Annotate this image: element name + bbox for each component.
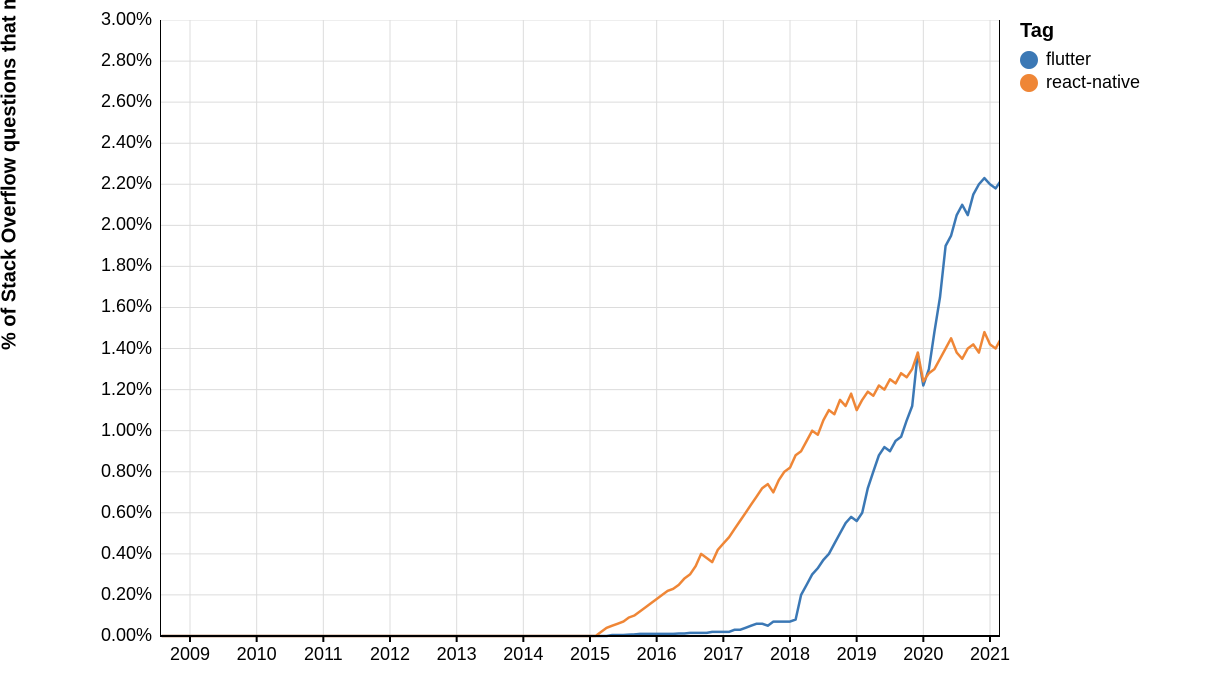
x-tick-label: 2020 — [898, 644, 948, 665]
series-line-react-native — [162, 332, 1000, 636]
y-tick-label: 1.80% — [90, 255, 152, 276]
x-tick-label: 2019 — [832, 644, 882, 665]
x-tick-label: 2010 — [232, 644, 282, 665]
chart-svg — [160, 20, 1000, 680]
legend-swatch — [1020, 74, 1038, 92]
y-tick-label: 1.60% — [90, 296, 152, 317]
x-tick-label: 2009 — [165, 644, 215, 665]
y-tick-label: 2.60% — [90, 91, 152, 112]
y-tick-label: 2.00% — [90, 214, 152, 235]
chart-container: % of Stack Overflow questions that month… — [0, 0, 1212, 700]
x-tick-label: 2021 — [965, 644, 1015, 665]
legend-label: react-native — [1046, 72, 1140, 93]
x-tick-label: 2014 — [498, 644, 548, 665]
x-tick-label: 2011 — [298, 644, 348, 665]
y-axis-title: % of Stack Overflow questions that month — [0, 0, 22, 350]
y-tick-label: 2.20% — [90, 173, 152, 194]
x-tick-label: 2012 — [365, 644, 415, 665]
legend: Tag flutterreact-native — [1020, 20, 1140, 95]
y-tick-label: 3.00% — [90, 9, 152, 30]
x-tick-label: 2013 — [432, 644, 482, 665]
legend-item-flutter: flutter — [1020, 49, 1140, 70]
y-tick-label: 2.40% — [90, 132, 152, 153]
gridlines — [160, 20, 1000, 636]
x-tick-label: 2017 — [698, 644, 748, 665]
y-tick-label: 1.40% — [90, 338, 152, 359]
y-tick-label: 0.60% — [90, 502, 152, 523]
y-tick-label: 0.40% — [90, 543, 152, 564]
x-tick-label: 2016 — [632, 644, 682, 665]
series-line-flutter — [162, 178, 1000, 636]
legend-title: Tag — [1020, 20, 1140, 43]
x-tick-label: 2015 — [565, 644, 615, 665]
y-tick-label: 0.80% — [90, 461, 152, 482]
legend-swatch — [1020, 51, 1038, 69]
plot-area: 0.00%0.20%0.40%0.60%0.80%1.00%1.20%1.40%… — [160, 20, 1000, 636]
legend-label: flutter — [1046, 49, 1091, 70]
y-tick-label: 0.20% — [90, 584, 152, 605]
y-tick-label: 0.00% — [90, 625, 152, 646]
legend-item-react-native: react-native — [1020, 72, 1140, 93]
y-tick-label: 2.80% — [90, 50, 152, 71]
x-tick-label: 2018 — [765, 644, 815, 665]
axes — [160, 20, 1000, 642]
y-tick-label: 1.00% — [90, 420, 152, 441]
y-tick-label: 1.20% — [90, 379, 152, 400]
